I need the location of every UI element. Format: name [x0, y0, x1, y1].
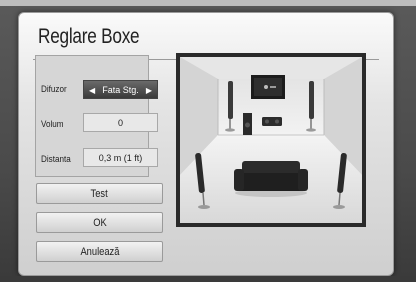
dialog-title: Reglare Boxe [38, 25, 140, 48]
left-arrow-icon[interactable]: ◀ [89, 81, 95, 100]
ok-button[interactable]: OK [36, 212, 163, 233]
speaker-label: Difuzor [41, 84, 67, 94]
volume-value: 0 [117, 118, 123, 128]
distance-field[interactable]: 0,3 m (1 ft) [83, 148, 158, 167]
sofa-icon [234, 161, 308, 197]
volume-label: Volum [41, 119, 64, 129]
cancel-button[interactable]: Anulează [36, 241, 163, 262]
center-speaker-icon [262, 117, 282, 126]
screen-top-border [0, 0, 416, 6]
speaker-selector[interactable]: ◀ Fata Stg. ▶ [83, 80, 158, 99]
speaker-settings-panel: Difuzor ◀ Fata Stg. ▶ Volum 0 Distanta 0… [35, 55, 158, 177]
subwoofer-icon [243, 113, 252, 135]
volume-field[interactable]: 0 [83, 113, 158, 132]
speaker-layout-illustration [176, 53, 366, 227]
tv-icon [251, 75, 285, 99]
distance-value: 0,3 m (1 ft) [98, 153, 143, 163]
room-diagram [180, 57, 362, 223]
distance-label: Distanta [41, 154, 71, 164]
test-button[interactable]: Test [36, 183, 163, 204]
screen-bottom-border [0, 276, 416, 282]
right-arrow-icon[interactable]: ▶ [146, 81, 152, 100]
speaker-value: Fata Stg. [102, 85, 139, 95]
